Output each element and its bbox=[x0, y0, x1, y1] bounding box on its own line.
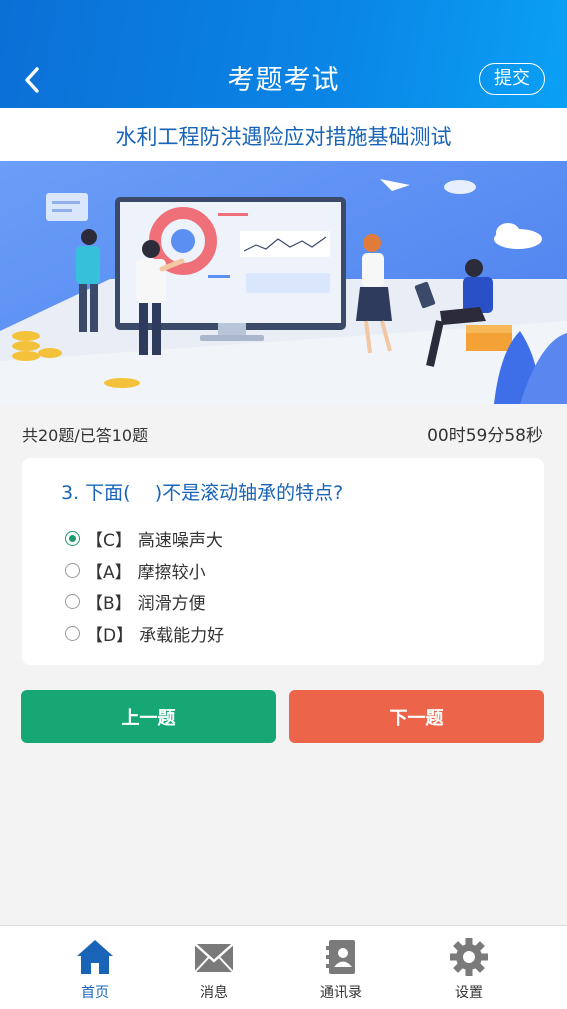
option-text: 摩擦较小 bbox=[137, 562, 206, 583]
option-text: 润滑方便 bbox=[137, 593, 206, 614]
tab-label: 设置 bbox=[455, 985, 483, 1001]
progress-summary: 共20题/已答10题 bbox=[22, 426, 149, 445]
exam-stats: 共20题/已答10题 00时59分58秒 bbox=[0, 404, 567, 456]
tab-messages[interactable]: 消息 bbox=[169, 936, 259, 1006]
option-c[interactable]: 【C】 高速噪声大 bbox=[65, 525, 223, 551]
radio-button[interactable] bbox=[65, 530, 80, 546]
app-header: 考题考试 提交 bbox=[0, 0, 567, 108]
banner-illustration bbox=[0, 161, 567, 404]
tab-contacts[interactable]: 通讯录 bbox=[296, 936, 386, 1006]
gear-icon bbox=[450, 938, 488, 976]
option-key: 【B】 bbox=[86, 593, 132, 614]
tab-home[interactable]: 首页 bbox=[50, 936, 140, 1006]
tab-label: 消息 bbox=[200, 985, 228, 1001]
option-b[interactable]: 【B】 润滑方便 bbox=[65, 588, 206, 614]
mail-icon bbox=[194, 943, 234, 973]
radio-button[interactable] bbox=[65, 625, 80, 641]
tab-label: 首页 bbox=[81, 985, 109, 1001]
home-icon bbox=[77, 940, 113, 974]
tab-settings[interactable]: 设置 bbox=[424, 936, 514, 1006]
previous-question-button[interactable]: 上一题 bbox=[21, 690, 276, 743]
option-key: 【A】 bbox=[86, 562, 132, 583]
bottom-tab-bar: 首页 消息 通讯录 设置 bbox=[0, 925, 567, 1009]
radio-button[interactable] bbox=[65, 562, 80, 578]
next-question-button[interactable]: 下一题 bbox=[289, 690, 544, 743]
radio-button[interactable] bbox=[65, 593, 80, 609]
option-a[interactable]: 【A】 摩擦较小 bbox=[65, 557, 206, 583]
option-key: 【C】 bbox=[86, 530, 132, 551]
question-text: 3. 下面( )不是滚动轴承的特点? bbox=[61, 482, 344, 504]
option-d[interactable]: 【D】 承载能力好 bbox=[65, 620, 224, 646]
question-card: 3. 下面( )不是滚动轴承的特点? 【C】 高速噪声大 【A】 摩擦较小 【B… bbox=[22, 458, 544, 665]
submit-button[interactable]: 提交 bbox=[479, 63, 545, 95]
countdown-timer: 00时59分58秒 bbox=[427, 426, 543, 446]
option-text: 承载能力好 bbox=[139, 625, 225, 646]
exam-title: 水利工程防洪遇险应对措施基础测试 bbox=[0, 108, 567, 161]
contacts-icon bbox=[326, 940, 355, 974]
option-key: 【D】 bbox=[86, 625, 134, 646]
tab-label: 通讯录 bbox=[320, 985, 362, 1001]
option-text: 高速噪声大 bbox=[137, 530, 223, 551]
